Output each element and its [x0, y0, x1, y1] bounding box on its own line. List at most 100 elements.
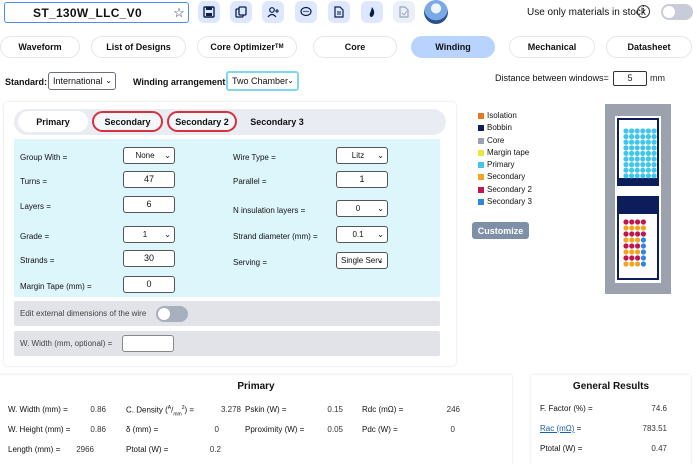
wire-type-select[interactable]: Litz ⌄ — [336, 147, 388, 164]
subtab-secondary-3[interactable]: Secondary 3 — [240, 111, 314, 132]
primary-turn — [651, 173, 657, 179]
copy-icon[interactable] — [230, 1, 252, 23]
winding-arrangement-select[interactable]: Two Chamber ⌄ — [226, 71, 299, 91]
rac-link[interactable]: Rac (mΩ) — [540, 424, 574, 433]
export-icon[interactable] — [393, 1, 415, 23]
primary-turn — [623, 139, 629, 145]
result-value: 783.51 — [642, 424, 667, 433]
secondary-turn — [640, 237, 646, 243]
chevron-down-icon: ⌄ — [377, 204, 384, 213]
distance-input[interactable]: 5 — [613, 71, 647, 86]
secondary-turn — [623, 231, 629, 237]
standard-select[interactable]: International ⌄ — [48, 72, 116, 90]
customize-button[interactable]: Customize — [472, 222, 529, 239]
legend-label: Secondary — [487, 172, 526, 182]
primary-turn — [623, 128, 629, 134]
tab-core[interactable]: Core — [313, 36, 397, 58]
group-with-label: Group With = — [20, 153, 68, 162]
primary-turn — [640, 145, 646, 151]
serving-select[interactable]: Single Serv ⌄ — [336, 252, 388, 269]
primary-turn — [645, 167, 651, 173]
primary-turn — [645, 162, 651, 168]
primary-turn — [629, 134, 635, 140]
winding-cross-section — [605, 104, 671, 294]
legend-label: Secondary 3 — [487, 197, 532, 207]
result-label: Ptotal (W) = — [126, 445, 169, 454]
secondary-turn — [629, 243, 635, 249]
primary-results-panel: Primary W. Width (mm) = 0.86 C. Density … — [0, 375, 512, 464]
wwidth-input[interactable] — [122, 335, 174, 352]
legend-item: Secondary — [478, 171, 532, 183]
design-name-box[interactable]: ST_130W_LLC_V0 ☆ — [4, 2, 189, 23]
flame-icon[interactable] — [361, 1, 383, 23]
margin-tape-input[interactable]: 0 — [123, 276, 175, 293]
secondary-turn — [623, 243, 629, 249]
layers-input[interactable]: 6 — [123, 196, 175, 213]
wwidth-label: W. Width (mm, optional) = — [20, 339, 113, 348]
legend-swatch — [478, 113, 484, 119]
avatar[interactable] — [424, 0, 448, 24]
group-with-select[interactable]: None ⌄ — [123, 147, 175, 164]
turns-input[interactable]: 47 — [123, 171, 175, 188]
comment-icon[interactable] — [295, 1, 317, 23]
subtab-primary[interactable]: Primary — [18, 111, 88, 132]
chamber-gap — [617, 189, 659, 193]
tab-winding[interactable]: Winding — [411, 36, 495, 58]
primary-turn — [640, 173, 646, 179]
legend-swatch — [478, 199, 484, 206]
primary-turn — [640, 156, 646, 162]
secondary-turn — [623, 237, 629, 243]
tab-waveform[interactable]: Waveform — [0, 36, 80, 58]
primary-turn — [651, 162, 657, 168]
result-value: 3.278 — [220, 405, 241, 414]
legend-item: Core — [478, 135, 532, 147]
edit-external-row: Edit external dimensions of the wire — [14, 301, 440, 326]
parallel-input[interactable]: 1 — [336, 171, 388, 188]
stock-toggle[interactable] — [661, 4, 693, 20]
wire-type-label: Wire Type = — [233, 153, 276, 162]
edit-external-toggle[interactable] — [156, 306, 188, 322]
primary-turn — [623, 167, 629, 173]
secondary-turn — [629, 237, 635, 243]
primary-turn — [640, 134, 646, 140]
rac-label[interactable]: Rac (mΩ) = — [540, 424, 581, 433]
info-icon[interactable]: i — [637, 5, 650, 18]
tab-datasheet[interactable]: Datasheet — [606, 36, 692, 58]
design-name[interactable]: ST_130W_LLC_V0 — [5, 6, 170, 20]
result-value: 246 — [446, 405, 460, 414]
result-value: 0.47 — [651, 444, 667, 453]
secondary-turn — [629, 219, 635, 225]
add-user-icon[interactable] — [262, 1, 284, 23]
secondary-turn — [635, 249, 641, 255]
primary-turn — [645, 156, 651, 162]
strand-diameter-select[interactable]: 0.1 ⌄ — [336, 226, 388, 243]
result-value: 74.6 — [651, 404, 667, 413]
strands-input[interactable]: 30 — [123, 250, 175, 267]
result-value: 0.05 — [327, 425, 343, 434]
subtab-secondary[interactable]: Secondary — [92, 111, 163, 132]
secondary-turn — [635, 231, 641, 237]
legend-label: Core — [487, 135, 505, 145]
document-icon[interactable] — [328, 1, 350, 23]
grade-label: Grade = — [20, 232, 50, 241]
primary-turn — [629, 167, 635, 173]
insulation-layers-select[interactable]: 0 ⌄ — [336, 200, 388, 217]
subtab-secondary-2[interactable]: Secondary 2 — [167, 111, 237, 132]
secondary-turn — [640, 225, 646, 231]
primary-turn — [623, 156, 629, 162]
secondary-turn — [623, 255, 629, 261]
legend-item: Margin tape — [478, 147, 532, 159]
primary-turn — [640, 139, 646, 145]
secondary-turn — [629, 261, 635, 267]
legend-swatch — [478, 137, 484, 144]
star-icon[interactable]: ☆ — [170, 5, 188, 21]
winding-panel: Primary Secondary Secondary 2 Secondary … — [4, 102, 456, 366]
secondary-turn — [635, 261, 641, 267]
tab-mechanical[interactable]: Mechanical — [509, 36, 595, 58]
tab-core-optimizer[interactable]: Core Optimizer TM — [197, 36, 297, 58]
save-icon[interactable] — [198, 1, 220, 23]
tab-list-of-designs[interactable]: List of Designs — [91, 36, 186, 58]
chevron-down-icon: ⌄ — [287, 76, 294, 85]
legend-item: Primary — [478, 159, 532, 171]
grade-select[interactable]: 1 ⌄ — [123, 226, 175, 243]
